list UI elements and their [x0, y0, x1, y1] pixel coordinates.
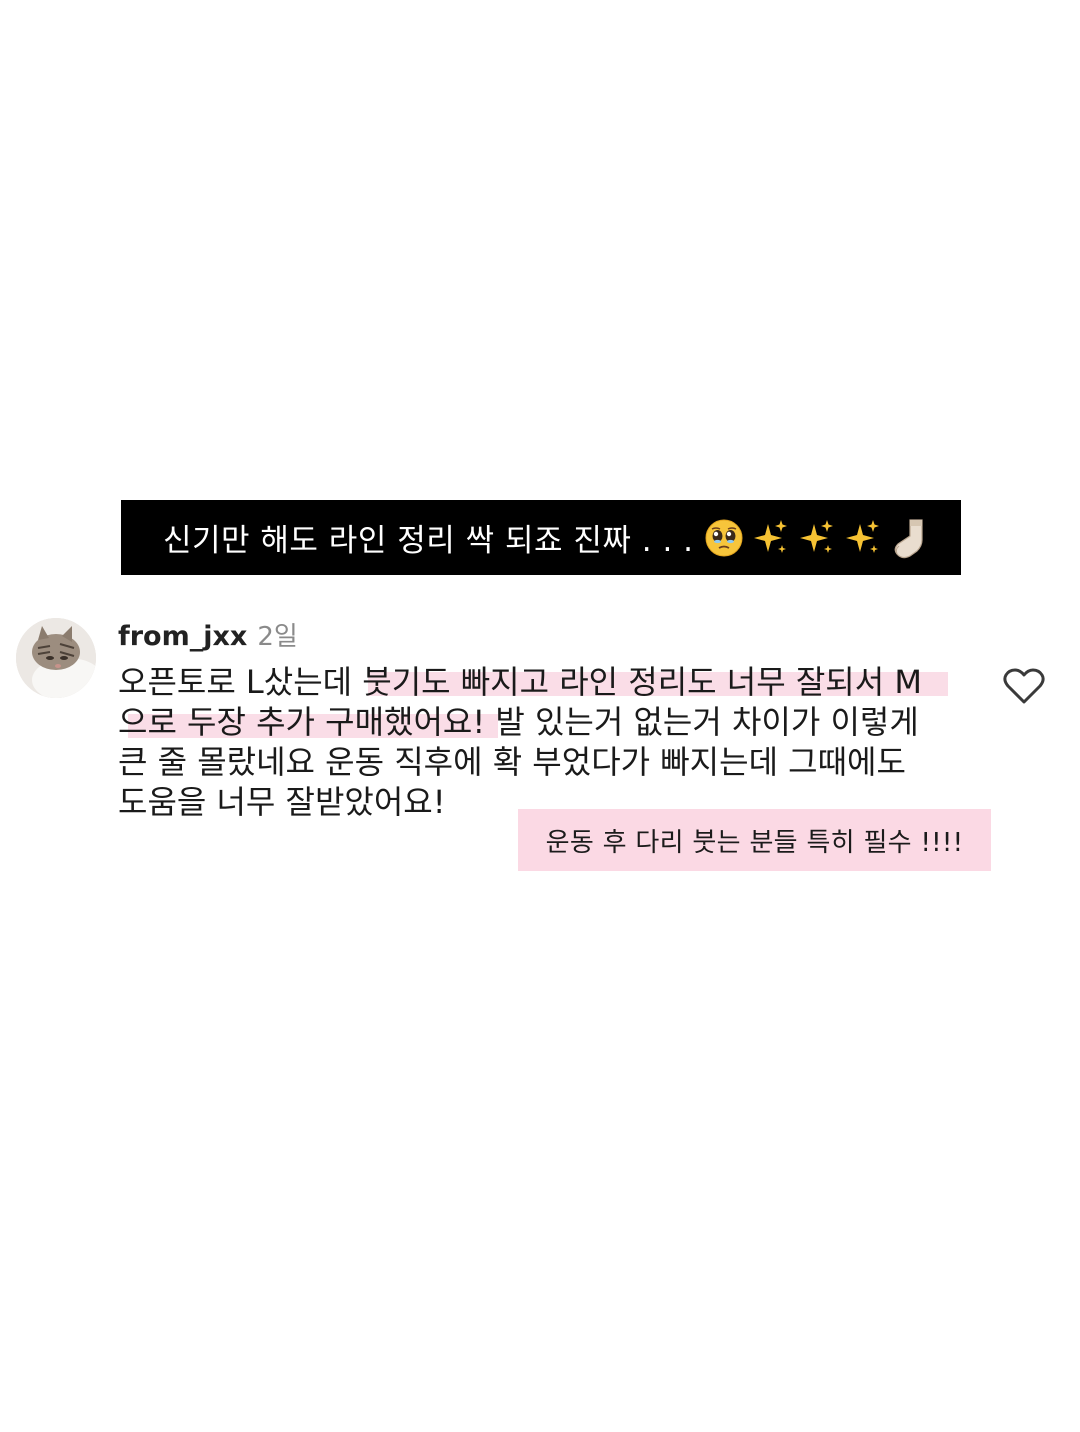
note-text: 운동 후 다리 붓는 분들 특히 필수 !!!!: [545, 827, 964, 858]
username[interactable]: from_jxx: [118, 621, 247, 652]
pleading-face-icon: [704, 518, 744, 558]
comment-line: 도움을 너무 잘받았어요!: [118, 783, 446, 821]
caption-banner: 신기만 해도 라인 정리 싹 되죠 진짜 . . .: [121, 500, 961, 575]
caption-text: 신기만 해도 라인 정리 싹 되죠 진짜 . . .: [163, 523, 694, 559]
comment-body: 오픈토로 L샀는데 붓기도 빠지고 라인 정리도 너무 잘되서 M 으로 두장 …: [118, 662, 958, 822]
comment-line: 오픈토로 L샀는데 붓기도 빠지고 라인 정리도 너무 잘되서 M: [118, 663, 922, 701]
comment-line: 큰 줄 몰랐네요 운동 직후에 확 부었다가 빠지는데 그때에도: [118, 743, 906, 781]
caption-emojis: [704, 516, 932, 560]
comment-line: 으로 두장 추가 구매했어요! 발 있는거 없는거 차이가 이렇게: [118, 703, 919, 741]
comment-header: from_jxx 2일: [118, 616, 958, 656]
sparkles-icon: [842, 518, 882, 558]
timestamp: 2일: [257, 622, 298, 652]
cat-avatar-image: [16, 618, 96, 698]
sparkles-icon: [750, 518, 790, 558]
like-button[interactable]: [1002, 666, 1046, 706]
comment: from_jxx 2일 오픈토로 L샀는데 붓기도 빠지고 라인 정리도 너무 …: [118, 616, 958, 822]
heart-outline-icon: [1003, 668, 1045, 704]
sparkles-icon: [796, 518, 836, 558]
avatar[interactable]: [16, 618, 96, 698]
sock-icon: [888, 516, 932, 560]
